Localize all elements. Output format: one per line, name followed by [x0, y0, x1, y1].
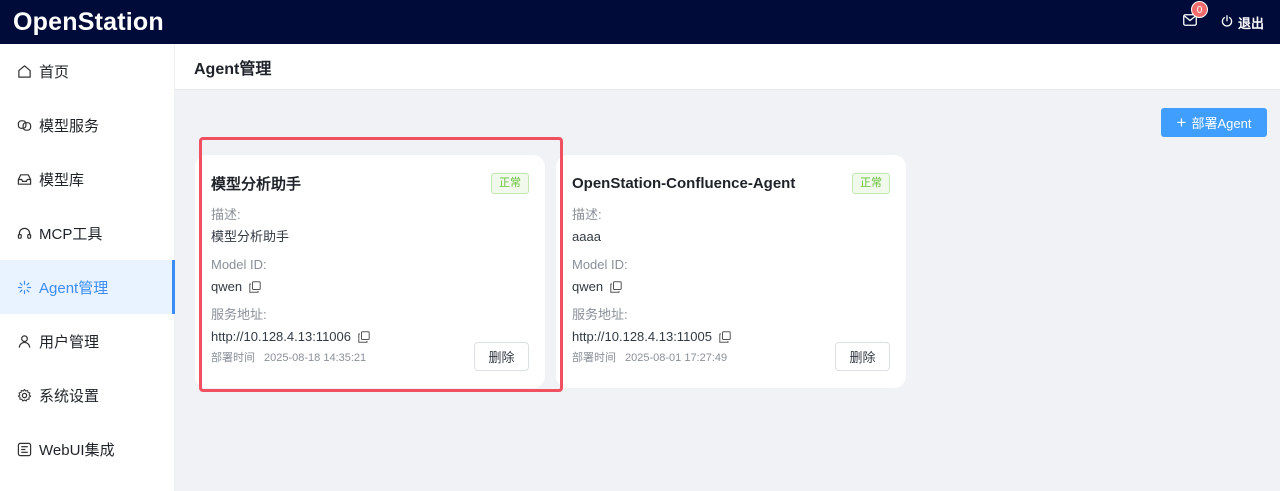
user-icon	[16, 333, 32, 349]
sidebar-item-label: 模型库	[39, 171, 85, 189]
page-header: Agent管理	[175, 44, 1280, 90]
agent-card: OpenStation-Confluence-Agent 正常 描述: aaaa…	[556, 155, 906, 388]
deploy-time: 部署时间 2025-08-01 17:27:49	[572, 349, 727, 365]
sidebar-item-label: WebUI集成	[39, 441, 115, 459]
sidebar-item-label: 系统设置	[39, 387, 100, 405]
notification-badge: 0	[1190, 1, 1208, 18]
deploy-agent-label: 部署Agent	[1191, 116, 1252, 131]
sidebar-item-model-library[interactable]: 模型库	[0, 152, 174, 206]
top-bar: OpenStation 0 退出	[0, 0, 1280, 44]
plus-icon: +	[1176, 113, 1187, 132]
agent-card: 模型分析助手 正常 描述: 模型分析助手 Model ID: qwen 服务地址…	[195, 155, 545, 388]
sidebar-item-label: 用户管理	[39, 333, 100, 351]
description-label: 描述:	[572, 207, 602, 222]
agent-name: 模型分析助手	[211, 176, 302, 193]
sidebar-item-webui-integration[interactable]: WebUI集成	[0, 422, 174, 476]
app-logo: OpenStation	[13, 7, 164, 36]
sidebar-item-label: MCP工具	[39, 225, 103, 243]
sidebar-item-label: 首页	[39, 63, 70, 81]
deploy-time-label: 部署时间	[211, 351, 255, 364]
description-value: aaaa	[572, 228, 890, 246]
description-text: aaaa	[572, 229, 601, 244]
description-text: 模型分析助手	[211, 229, 290, 244]
deploy-time-value: 2025-08-01 17:27:49	[625, 351, 728, 364]
model-id-text: qwen	[572, 279, 604, 294]
model-id-label: Model ID:	[211, 257, 267, 272]
status-badge: 正常	[852, 173, 890, 194]
logout-label: 退出	[1237, 15, 1264, 31]
description-value: 模型分析助手	[211, 228, 529, 246]
notifications-button[interactable]: 0	[1183, 1, 1208, 30]
sidebar-item-user-management[interactable]: 用户管理	[0, 314, 174, 368]
copy-icon[interactable]	[249, 281, 261, 293]
headset-icon	[16, 225, 32, 241]
page-title: Agent管理	[194, 60, 272, 78]
model-id-value: qwen	[211, 278, 529, 296]
model-library-icon	[16, 171, 32, 187]
description-label: 描述:	[211, 207, 241, 222]
sidebar-item-label: 模型服务	[39, 117, 100, 135]
sidebar: 首页 模型服务 模型库 MCP工具 Agent管理 用户管理 系统设置 WebU…	[0, 44, 175, 491]
deploy-time-label: 部署时间	[572, 351, 616, 364]
deploy-time-value: 2025-08-18 14:35:21	[264, 351, 367, 364]
sidebar-item-home[interactable]: 首页	[0, 44, 174, 98]
deploy-agent-button[interactable]: + 部署Agent	[1161, 108, 1267, 137]
top-bar-actions: 0 退出	[1183, 1, 1264, 32]
address-label: 服务地址:	[211, 307, 267, 322]
model-service-icon	[16, 117, 32, 133]
agent-name: OpenStation-Confluence-Agent	[572, 175, 796, 192]
sidebar-item-mcp-tools[interactable]: MCP工具	[0, 206, 174, 260]
model-id-value: qwen	[572, 278, 890, 296]
logout-button[interactable]: 退出	[1221, 13, 1264, 32]
sidebar-item-label: Agent管理	[39, 279, 109, 297]
sidebar-item-system-settings[interactable]: 系统设置	[0, 368, 174, 422]
deploy-time: 部署时间 2025-08-18 14:35:21	[211, 349, 366, 365]
webui-icon	[16, 441, 32, 457]
home-icon	[16, 63, 32, 79]
status-badge: 正常	[491, 173, 529, 194]
sidebar-item-agent-management[interactable]: Agent管理	[0, 260, 175, 314]
model-id-text: qwen	[211, 279, 243, 294]
copy-icon[interactable]	[610, 281, 622, 293]
address-label: 服务地址:	[572, 307, 628, 322]
gear-icon	[16, 387, 32, 403]
sparkle-icon	[16, 279, 32, 295]
power-icon	[1221, 14, 1238, 30]
delete-button[interactable]: 删除	[835, 342, 890, 371]
sidebar-item-model-service[interactable]: 模型服务	[0, 98, 174, 152]
delete-button[interactable]: 删除	[474, 342, 529, 371]
model-id-label: Model ID:	[572, 257, 628, 272]
